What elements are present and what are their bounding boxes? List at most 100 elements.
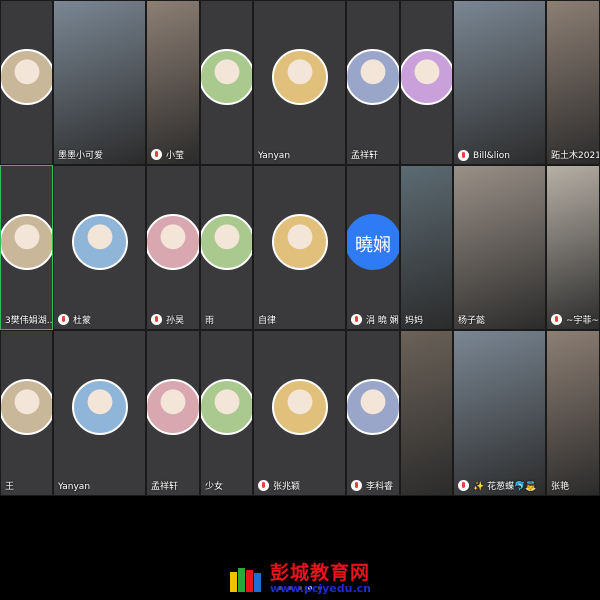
participant-nametag: 李科睿	[351, 479, 393, 492]
participant-nametag: ✨ 花葱蝶🐬👼	[458, 479, 536, 492]
participant-tile[interactable]: ~宇菲~	[546, 165, 600, 330]
participant-name: 涓 曉 娴	[366, 316, 399, 326]
participant-tile[interactable]	[400, 0, 453, 165]
muted-mic-icon	[351, 480, 362, 491]
participant-name: 孟祥轩	[351, 151, 379, 161]
video-feed	[454, 331, 545, 495]
participant-nametag: Bill&lion	[458, 150, 510, 161]
video-feed	[547, 331, 599, 495]
muted-mic-icon	[458, 480, 469, 491]
muted-mic-icon	[258, 480, 269, 491]
participant-nametag: 杜蒙	[58, 313, 91, 326]
video-feed	[547, 1, 599, 164]
participant-name: 张艳	[551, 482, 570, 492]
participant-tile[interactable]: 孙昊	[146, 165, 200, 330]
avatar	[147, 213, 199, 270]
participant-tile[interactable]: 孟祥轩	[346, 0, 400, 165]
participant-tile[interactable]: 小莹	[146, 0, 200, 165]
avatar	[147, 379, 199, 435]
participant-tile[interactable]	[400, 330, 453, 496]
participant-tile[interactable]: 孟祥轩	[146, 330, 200, 496]
participant-tile[interactable]: 曉娴涓 曉 娴	[346, 165, 400, 330]
video-feed	[547, 166, 599, 329]
participant-tile[interactable]: 跖土木2021	[546, 0, 600, 165]
avatar	[71, 213, 128, 270]
watermark-title: 彭城教育网	[270, 562, 371, 584]
participant-nametag: ~宇菲~	[551, 313, 599, 326]
video-feed	[147, 1, 199, 164]
participant-tile[interactable]: 少女	[200, 330, 253, 496]
participant-nametag: 3樊伟娟湖...	[5, 313, 52, 326]
participant-name: ~宇菲~	[566, 316, 599, 326]
muted-mic-icon	[151, 149, 162, 160]
participant-tile[interactable]: 杜蒙	[53, 165, 146, 330]
participant-tile[interactable]: 李科睿	[346, 330, 400, 496]
participant-name: 杨子懿	[458, 316, 486, 326]
participant-nametag: Yanyan	[258, 151, 290, 161]
muted-mic-icon	[151, 314, 162, 325]
participant-name: 孟祥轩	[151, 482, 179, 492]
participant-name: 小莹	[166, 151, 185, 161]
participant-name: Bill&lion	[473, 150, 510, 161]
video-feed	[401, 331, 452, 495]
participant-name: 王	[5, 482, 15, 492]
muted-mic-icon	[351, 314, 362, 325]
participant-tile[interactable]: 雨	[200, 165, 253, 330]
avatar	[1, 48, 52, 105]
participant-tile[interactable]: 墨墨小可爱	[53, 0, 146, 165]
participant-name: 李科睿	[366, 482, 394, 492]
participant-nametag: 孟祥轩	[151, 479, 178, 492]
avatar	[201, 379, 252, 435]
avatar	[271, 213, 328, 270]
participant-name: 妈妈	[405, 316, 424, 326]
participant-tile[interactable]: Yanyan	[53, 330, 146, 496]
participant-tile[interactable]: Yanyan	[253, 0, 346, 165]
avatar	[1, 379, 52, 435]
avatar: 曉娴	[347, 213, 399, 270]
avatar	[201, 48, 252, 105]
video-feed	[54, 1, 145, 164]
avatar	[271, 48, 328, 105]
participant-name: 3樊伟娟湖...	[5, 316, 52, 326]
participant-nametag: 张艳	[551, 479, 569, 492]
avatar	[71, 379, 128, 435]
participant-nametag: Yanyan	[58, 482, 90, 492]
participant-tile[interactable]	[0, 0, 53, 165]
participant-tile[interactable]: 自律	[253, 165, 346, 330]
participant-tile[interactable]: 3樊伟娟湖...	[0, 165, 53, 330]
books-logo-icon	[230, 568, 261, 592]
participant-nametag: 张兆颖	[258, 479, 300, 492]
participant-tile[interactable]: Bill&lion	[453, 0, 546, 165]
participant-tile[interactable]: ✨ 花葱蝶🐬👼	[453, 330, 546, 496]
participant-nametag: 杨子懿	[458, 313, 485, 326]
participant-name: 跖土木2021	[551, 151, 599, 161]
participant-name: ✨ 花葱蝶🐬👼	[473, 482, 537, 492]
participant-nametag: 孟祥轩	[351, 148, 378, 161]
video-feed	[454, 1, 545, 164]
participant-tile[interactable]: 妈妈	[400, 165, 453, 330]
participant-tile[interactable]: 杨子懿	[453, 165, 546, 330]
participant-nametag: 孙昊	[151, 313, 184, 326]
participant-nametag: 自律	[258, 313, 276, 326]
participant-name: 雨	[205, 316, 215, 326]
participant-name: 杜蒙	[73, 316, 92, 326]
participant-name: 墨墨小可爱	[58, 151, 104, 161]
participant-tile[interactable]: 张兆颖	[253, 330, 346, 496]
avatar-initials: 曉娴	[355, 234, 391, 256]
video-feed	[401, 166, 452, 329]
participant-tile[interactable]: 王	[0, 330, 53, 496]
avatar	[201, 213, 252, 270]
participant-name: 少女	[205, 482, 224, 492]
muted-mic-icon	[551, 314, 562, 325]
muted-mic-icon	[458, 150, 469, 161]
participant-tile[interactable]	[200, 0, 253, 165]
avatar	[347, 48, 399, 105]
participant-nametag: 妈妈	[405, 313, 423, 326]
participant-name: Yanyan	[258, 151, 291, 161]
participant-nametag: 小莹	[151, 148, 184, 161]
watermark-text: 彭城教育网 www.pcjyedu.cn	[270, 563, 371, 595]
participant-nametag: 雨	[205, 313, 214, 326]
participant-tile[interactable]: 张艳	[546, 330, 600, 496]
participant-nametag: 涓 曉 娴	[351, 313, 399, 326]
participant-nametag: 少女	[205, 479, 223, 492]
